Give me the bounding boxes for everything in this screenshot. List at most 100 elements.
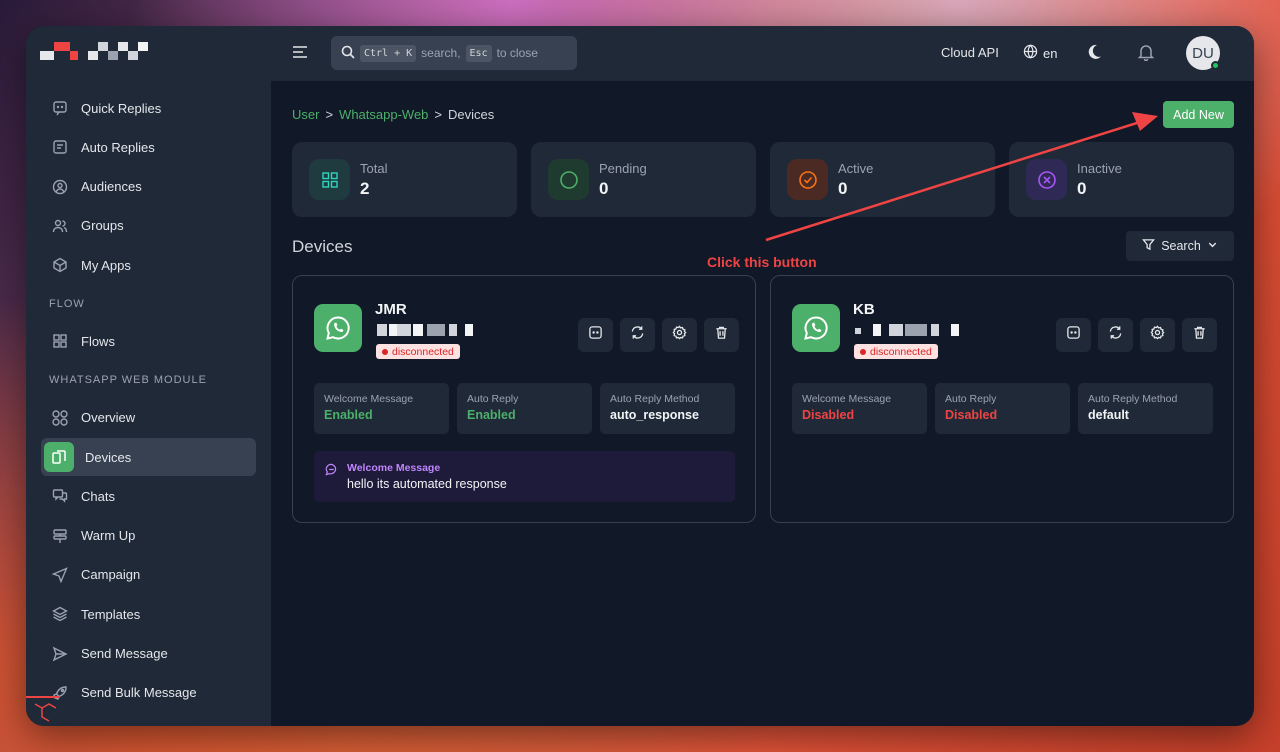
user-circle-icon [51, 178, 69, 196]
sidebar-item-campaign[interactable]: Campaign [41, 556, 256, 594]
prop-label: Welcome Message [802, 393, 892, 405]
refresh-icon [630, 325, 645, 345]
message-square-icon [588, 325, 603, 345]
stat-label: Total [360, 161, 388, 176]
prop-label: Welcome Message [324, 393, 414, 405]
device-name: KB [853, 301, 875, 318]
masked-phone-number [377, 324, 481, 336]
sidebar-item-label: Templates [81, 606, 141, 622]
message-button[interactable] [1056, 318, 1091, 352]
sidebar: Quick Replies Auto Replies Audiences Gro… [26, 26, 271, 726]
stat-card-active: Active 0 [770, 142, 995, 217]
breadcrumb-whatsapp-web[interactable]: Whatsapp-Web [339, 107, 428, 122]
device-card: KB disconnected Welcome Message Disabled… [770, 275, 1234, 523]
trash-icon [1192, 325, 1207, 345]
message-button[interactable] [578, 318, 613, 352]
sidebar-item-warm-up[interactable]: Warm Up [41, 517, 256, 555]
prop-value: Enabled [324, 408, 373, 422]
grid-circles-icon [51, 409, 69, 427]
laravel-debug-icon[interactable] [26, 696, 62, 726]
sidebar-item-label: Audiences [81, 179, 142, 195]
app-window: Quick Replies Auto Replies Audiences Gro… [26, 26, 1254, 726]
breadcrumb-user[interactable]: User [292, 107, 319, 122]
sidebar-item-label: Send Bulk Message [81, 685, 197, 701]
sidebar-item-label: Campaign [81, 567, 141, 583]
delete-button[interactable] [704, 318, 739, 352]
search-icon [341, 45, 355, 62]
add-new-button[interactable]: Add New [1163, 101, 1234, 128]
nav-section-whatsapp-web: WHATSAPP WEB MODULE [49, 374, 207, 387]
device-card: JMR disconnected Welcome Message Enabled… [292, 275, 756, 523]
sidebar-item-label: Flows [81, 333, 115, 349]
paper-plane-icon [51, 645, 69, 663]
cloud-api-link[interactable]: Cloud API [941, 45, 999, 60]
sidebar-nav: Quick Replies Auto Replies Audiences Gro… [41, 89, 256, 713]
sidebar-item-audiences[interactable]: Audiences [41, 168, 256, 206]
device-actions [578, 318, 739, 352]
sidebar-item-devices[interactable]: Devices [41, 438, 256, 477]
sidebar-item-label: Chats [81, 488, 115, 504]
sidebar-item-label: Groups [81, 218, 124, 234]
delete-button[interactable] [1182, 318, 1217, 352]
escape-key: Esc [465, 44, 492, 62]
refresh-button[interactable] [1098, 318, 1133, 352]
sidebar-item-templates[interactable]: Templates [41, 595, 256, 633]
stat-value: 0 [838, 179, 848, 198]
refresh-button[interactable] [620, 318, 655, 352]
search-input[interactable]: Ctrl + K search, Esc to close [331, 36, 577, 70]
device-properties: Welcome Message Disabled Auto Reply Disa… [792, 383, 1213, 434]
welcome-message-text: hello its automated response [347, 477, 507, 491]
prop-value: auto_response [610, 408, 699, 422]
online-status-dot [1211, 61, 1220, 70]
stats-row: Total 2 Pending 0 Active 0 Inactive 0 [292, 142, 1234, 217]
stat-value: 2 [360, 179, 370, 198]
stat-label: Pending [599, 161, 647, 176]
prop-value: Enabled [467, 408, 516, 422]
avatar[interactable]: DU [1186, 36, 1220, 70]
sidebar-item-send-bulk-message[interactable]: Send Bulk Message [41, 674, 256, 712]
bell-icon[interactable] [1137, 43, 1155, 66]
language-selector[interactable]: en [1023, 44, 1057, 62]
settings-button[interactable] [662, 318, 697, 352]
sidebar-item-send-message[interactable]: Send Message [41, 635, 256, 673]
stat-card-inactive: Inactive 0 [1009, 142, 1234, 217]
welcome-message-label: Welcome Message [347, 462, 441, 474]
sidebar-item-auto-replies[interactable]: Auto Replies [41, 128, 256, 166]
search-filter-button[interactable]: Search [1126, 231, 1234, 261]
avatar-initials: DU [1192, 44, 1214, 62]
sidebar-item-my-apps[interactable]: My Apps [41, 246, 256, 284]
main-content: User > Whatsapp-Web > Devices Add New To… [271, 81, 1254, 726]
prop-label: Auto Reply [945, 393, 997, 405]
shortcut-key: Ctrl + K [360, 44, 417, 62]
gear-icon [672, 325, 687, 345]
send-arrow-icon [51, 566, 69, 584]
search-hint-close: to close [496, 46, 538, 60]
status-badge: disconnected [376, 344, 460, 359]
top-bar: Ctrl + K search, Esc to close Cloud API … [271, 26, 1254, 81]
sidebar-item-groups[interactable]: Groups [41, 207, 256, 245]
auto-reply-method-prop: Auto Reply Method default [1078, 383, 1213, 434]
users-icon [51, 217, 69, 235]
whatsapp-icon [314, 304, 362, 352]
chevron-down-icon [1207, 239, 1218, 253]
welcome-message-prop: Welcome Message Enabled [314, 383, 449, 434]
status-text: disconnected [392, 345, 454, 358]
masked-phone-number [855, 324, 959, 336]
menu-icon[interactable] [291, 44, 309, 65]
sidebar-item-label: Devices [85, 449, 132, 465]
sidebar-item-overview[interactable]: Overview [41, 399, 256, 437]
breadcrumb: User > Whatsapp-Web > Devices [292, 107, 494, 122]
auto-reply-prop: Auto Reply Disabled [935, 383, 1070, 434]
sidebar-item-flows[interactable]: Flows [41, 322, 256, 360]
prop-value: default [1088, 408, 1129, 422]
stat-value: 0 [1077, 179, 1087, 198]
check-circle-icon [787, 159, 828, 200]
grid-icon [309, 159, 350, 200]
settings-button[interactable] [1140, 318, 1175, 352]
sidebar-item-label: Send Message [81, 646, 168, 662]
refresh-icon [1108, 325, 1123, 345]
sidebar-item-quick-replies[interactable]: Quick Replies [41, 89, 256, 127]
moon-icon[interactable] [1085, 43, 1103, 66]
sidebar-item-chats[interactable]: Chats [41, 477, 256, 515]
cube-icon [51, 256, 69, 274]
